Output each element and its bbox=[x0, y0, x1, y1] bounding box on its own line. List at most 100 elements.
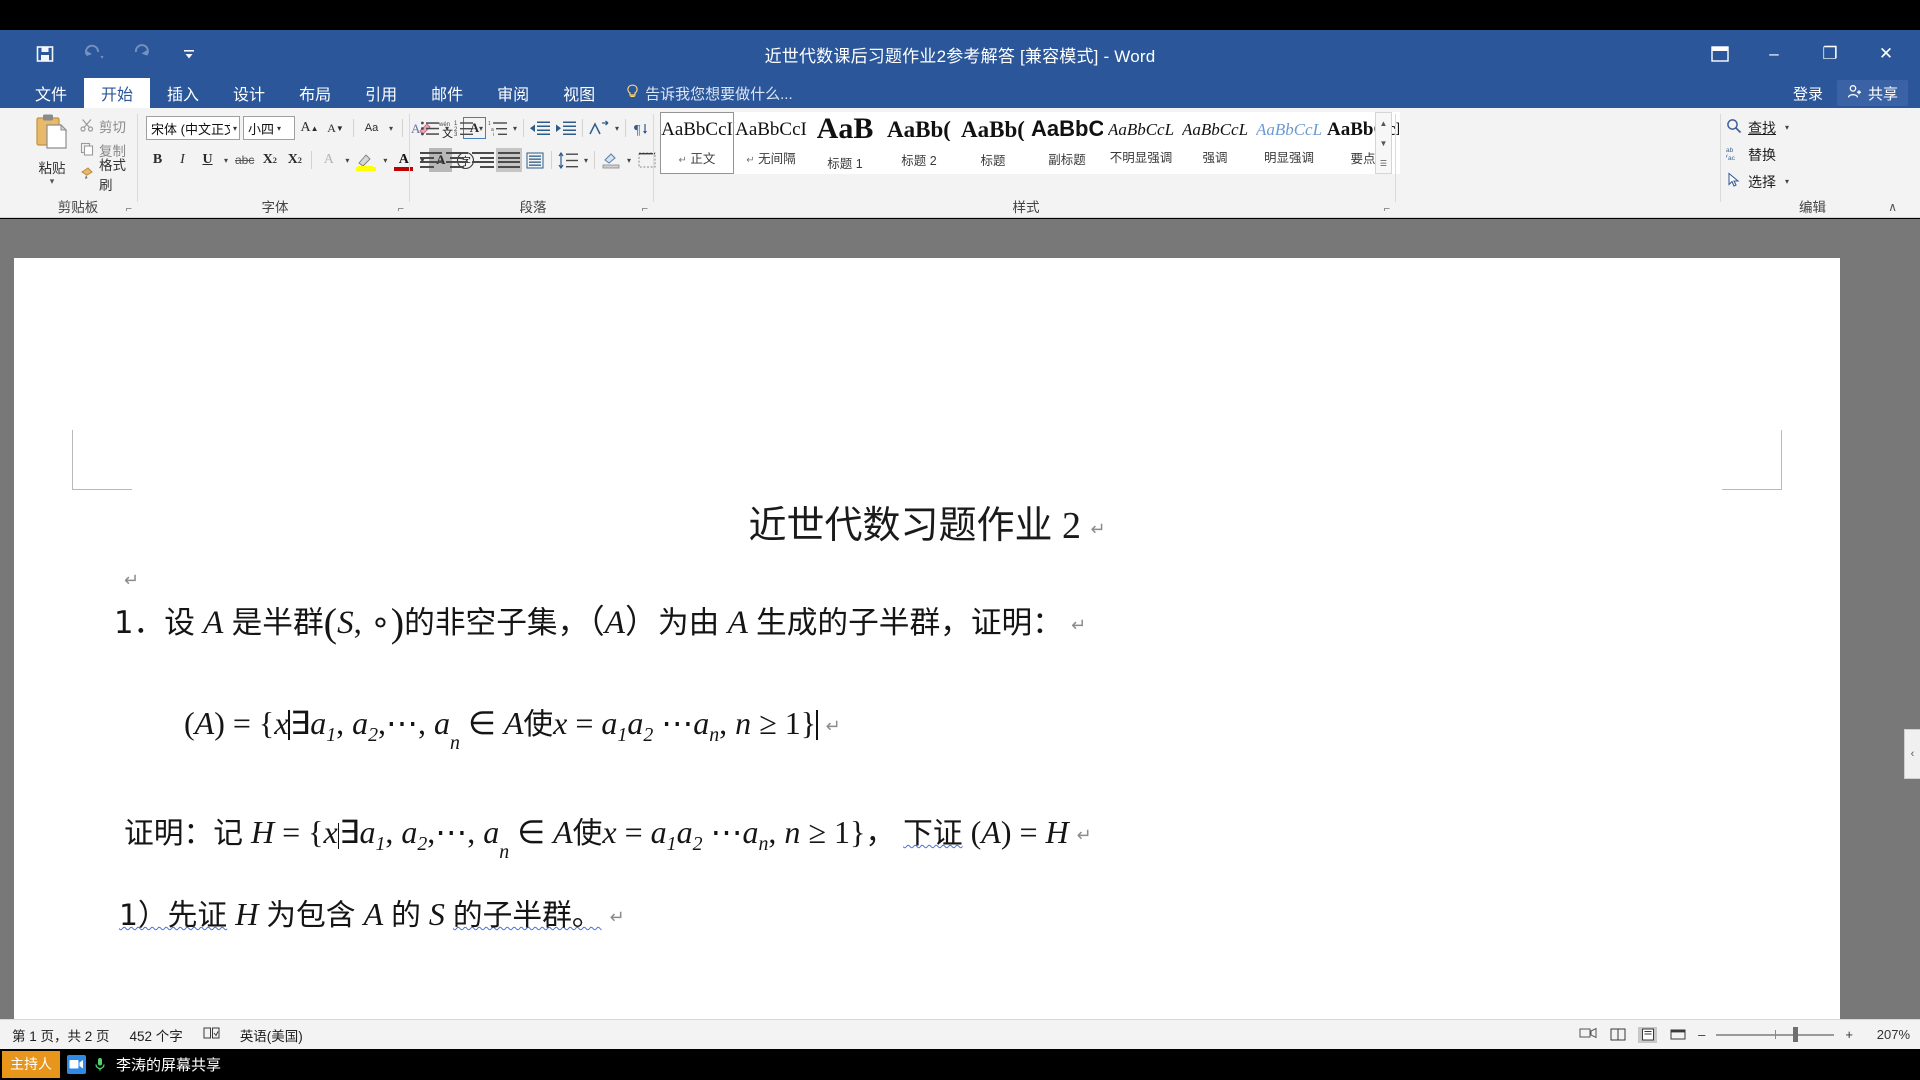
cut-button[interactable]: 剪切 bbox=[80, 114, 138, 138]
line-spacing-icon[interactable] bbox=[555, 148, 581, 172]
styles-scroll-up[interactable]: ▲ bbox=[1376, 113, 1391, 133]
read-mode-icon[interactable] bbox=[1608, 1027, 1627, 1043]
restore-button[interactable]: ❐ bbox=[1802, 30, 1858, 78]
tell-me-box[interactable]: 告诉我您想要做什么... bbox=[612, 78, 807, 108]
print-layout-icon[interactable] bbox=[1638, 1026, 1658, 1043]
align-right-icon[interactable] bbox=[470, 148, 496, 172]
styles-scrollbar[interactable]: ▲ ▼ ☰ bbox=[1375, 112, 1392, 174]
sign-in-button[interactable]: 登录 bbox=[1783, 83, 1833, 104]
clipboard-dialog-launcher[interactable]: ⌐ bbox=[126, 203, 132, 215]
style-item-8[interactable]: AaBbCcL 明显强调 bbox=[1252, 112, 1326, 174]
tab-review[interactable]: 审阅 bbox=[480, 78, 546, 108]
styles-scroll-down[interactable]: ▼ bbox=[1376, 133, 1391, 153]
style-item-0[interactable]: AaBbCcI ↵ 正文 bbox=[660, 112, 734, 174]
style-item-4[interactable]: AaBb( 标题 bbox=[956, 112, 1030, 174]
shrink-font-button[interactable]: A ▼ bbox=[324, 116, 347, 140]
multilevel-list-icon[interactable]: 1ai bbox=[486, 116, 510, 140]
collapse-ribbon-button[interactable]: ∧ bbox=[1888, 200, 1897, 214]
document-canvas: 近世代数习题作业 2 ↵ ↵ 1．设 A 是半群(S, ∘)的非空子集，（A）为… bbox=[0, 219, 1920, 1051]
align-center-icon[interactable] bbox=[444, 148, 470, 172]
justify-icon[interactable] bbox=[496, 148, 522, 172]
align-left-icon[interactable] bbox=[418, 148, 444, 172]
font-size-combo[interactable]: 小四 ▾ bbox=[243, 116, 295, 140]
chevron-down-icon[interactable]: ▾ bbox=[624, 156, 634, 165]
grow-font-button[interactable]: A ▲ bbox=[298, 116, 321, 140]
distribute-icon[interactable] bbox=[522, 148, 548, 172]
zoom-level[interactable]: 207% bbox=[1864, 1027, 1910, 1042]
font-name-combo[interactable]: 宋体 (中文正文 ▾ bbox=[146, 116, 240, 140]
change-case-button[interactable]: Aa bbox=[360, 116, 383, 140]
chevron-down-icon[interactable]: ▾ bbox=[612, 124, 622, 133]
zoom-in-button[interactable]: + bbox=[1845, 1027, 1853, 1042]
strikethrough-button[interactable]: abc bbox=[233, 148, 256, 172]
styles-dialog-launcher[interactable]: ⌐ bbox=[1384, 203, 1390, 215]
style-item-3[interactable]: AaBb( 标题 2 bbox=[882, 112, 956, 174]
text-highlight-button[interactable] bbox=[354, 148, 378, 172]
style-item-6[interactable]: AaBbCcL 不明显强调 bbox=[1104, 112, 1178, 174]
zoom-thumb[interactable] bbox=[1793, 1027, 1799, 1042]
style-item-2[interactable]: AaB 标题 1 bbox=[808, 112, 882, 174]
svg-text:i: i bbox=[493, 132, 494, 137]
language-indicator[interactable]: 英语(美国) bbox=[240, 1025, 303, 1045]
tab-design[interactable]: 设计 bbox=[216, 78, 282, 108]
paste-dropdown-caret[interactable]: ▾ bbox=[24, 177, 80, 186]
replace-button[interactable]: ab ac 替换 bbox=[1726, 141, 1792, 168]
style-item-7[interactable]: AaBbCcL 强调 bbox=[1178, 112, 1252, 174]
numbering-icon[interactable]: 123 bbox=[452, 116, 476, 140]
tab-references[interactable]: 引用 bbox=[348, 78, 414, 108]
microphone-icon[interactable] bbox=[90, 1055, 109, 1074]
style-item-1[interactable]: AaBbCcI ↵ 无间隔 bbox=[734, 112, 808, 174]
bullets-icon[interactable] bbox=[418, 116, 442, 140]
video-icon[interactable] bbox=[67, 1055, 86, 1074]
tab-view[interactable]: 视图 bbox=[546, 78, 612, 108]
chevron-down-icon[interactable]: ▾ bbox=[442, 124, 452, 133]
format-painter-button[interactable]: 格式刷 bbox=[80, 158, 138, 193]
chevron-down-icon[interactable]: ▾ bbox=[386, 124, 396, 133]
paste-button[interactable]: 粘贴 ▾ bbox=[24, 112, 80, 186]
chevron-down-icon[interactable]: ▾ bbox=[1782, 123, 1792, 132]
underline-button[interactable]: U bbox=[196, 148, 219, 172]
superscript-button[interactable]: X2 bbox=[283, 148, 306, 172]
chevron-down-icon[interactable]: ▾ bbox=[510, 124, 520, 133]
close-button[interactable]: ✕ bbox=[1858, 30, 1914, 78]
tab-mailings[interactable]: 邮件 bbox=[414, 78, 480, 108]
share-button[interactable]: 共享 bbox=[1836, 80, 1908, 106]
chevron-down-icon[interactable]: ▾ bbox=[380, 156, 390, 165]
chevron-down-icon[interactable]: ▾ bbox=[221, 156, 231, 165]
chevron-down-icon[interactable]: ▾ bbox=[342, 156, 352, 165]
proofing-errors-icon[interactable] bbox=[203, 1026, 220, 1043]
paragraph-dialog-launcher[interactable]: ⌐ bbox=[642, 203, 648, 215]
style-item-5[interactable]: AaBbC( 副标题 bbox=[1030, 112, 1104, 174]
decrease-indent-icon[interactable] bbox=[527, 116, 553, 140]
sort-icon[interactable] bbox=[586, 116, 612, 140]
subscript-button[interactable]: X2 bbox=[258, 148, 281, 172]
tab-file[interactable]: 文件 bbox=[18, 78, 84, 108]
select-button[interactable]: 选择 ▾ bbox=[1726, 168, 1792, 195]
styles-more-button[interactable]: ☰ bbox=[1376, 153, 1391, 173]
chevron-down-icon[interactable]: ▾ bbox=[581, 156, 591, 165]
tab-home[interactable]: 开始 bbox=[84, 78, 151, 108]
show-formatting-marks-icon[interactable]: ¶ bbox=[629, 116, 653, 140]
web-layout-icon[interactable] bbox=[1668, 1027, 1687, 1043]
chevron-down-icon[interactable]: ▾ bbox=[1782, 177, 1792, 186]
find-button[interactable]: 查找 ▾ bbox=[1726, 114, 1792, 141]
text-effects-button[interactable]: A bbox=[317, 148, 340, 172]
bold-button[interactable]: B bbox=[146, 148, 169, 172]
increase-indent-icon[interactable] bbox=[553, 116, 579, 140]
italic-button[interactable]: I bbox=[171, 148, 194, 172]
word-count[interactable]: 452 个字 bbox=[130, 1025, 183, 1045]
tab-layout[interactable]: 布局 bbox=[282, 78, 348, 108]
minimize-button[interactable]: – bbox=[1746, 30, 1802, 78]
page-indicator[interactable]: 第 1 页，共 2 页 bbox=[12, 1025, 110, 1045]
ribbon-display-options-icon[interactable] bbox=[1694, 30, 1746, 78]
zoom-slider[interactable] bbox=[1716, 1027, 1835, 1043]
zoom-out-button[interactable]: – bbox=[1698, 1027, 1705, 1042]
document-page[interactable]: 近世代数习题作业 2 ↵ ↵ 1．设 A 是半群(S, ∘)的非空子集，（A）为… bbox=[14, 258, 1840, 1051]
right-pane-toggle[interactable]: ‹ bbox=[1904, 729, 1920, 779]
shading-icon[interactable] bbox=[598, 148, 624, 172]
macro-record-icon[interactable] bbox=[1579, 1026, 1597, 1043]
style-sample: AaBbCcL bbox=[1181, 120, 1249, 138]
font-dialog-launcher[interactable]: ⌐ bbox=[398, 203, 404, 215]
chevron-down-icon[interactable]: ▾ bbox=[476, 124, 486, 133]
tab-insert[interactable]: 插入 bbox=[150, 78, 216, 108]
